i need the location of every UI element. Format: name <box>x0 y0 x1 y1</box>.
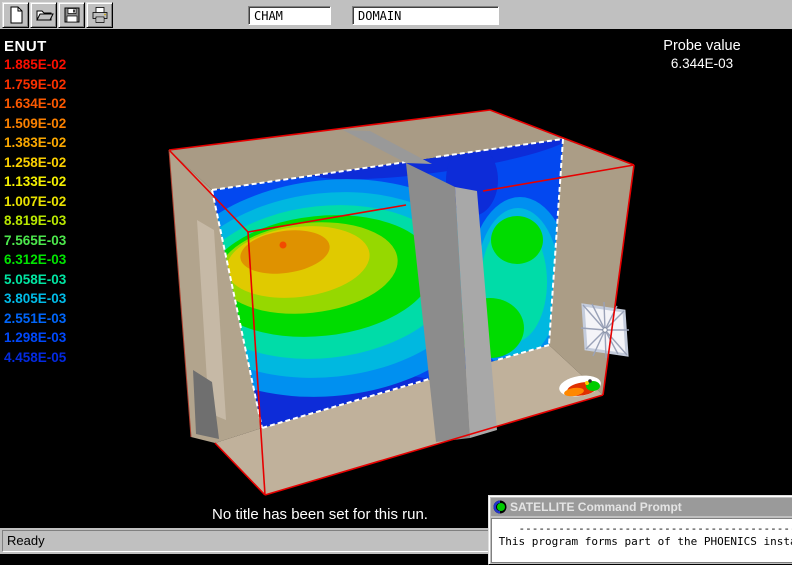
legend-value: 5.058E-03 <box>4 270 66 290</box>
command-prompt-output[interactable]: ----------------------------------------… <box>491 518 792 563</box>
legend-value: 7.565E-03 <box>4 231 66 251</box>
legend-value: 1.885E-02 <box>4 55 66 75</box>
satellite-command-prompt-window[interactable]: SATELLITE Command Prompt ---------------… <box>488 495 792 565</box>
legend-value: 1.383E-02 <box>4 133 66 153</box>
probe-value: 6.344E-03 <box>632 56 772 71</box>
probe-readout: Probe value 6.344E-03 <box>632 38 772 71</box>
room-3d-scene[interactable] <box>0 30 792 528</box>
legend-value: 1.133E-02 <box>4 172 66 192</box>
save-button[interactable] <box>58 2 85 28</box>
legend-title: ENUT <box>4 38 66 55</box>
command-prompt-title: SATELLITE Command Prompt <box>510 500 682 514</box>
print-button[interactable] <box>86 2 113 28</box>
phoenics-vr-viewer-app: { "toolbar": { "buttons": [ {"id": "new"… <box>0 0 792 554</box>
legend-values: 1.885E-021.759E-021.634E-021.509E-021.38… <box>4 55 66 367</box>
3d-viewport[interactable]: ENUT 1.885E-021.759E-021.634E-021.509E-0… <box>0 30 792 528</box>
save-floppy-icon <box>62 5 82 25</box>
new-file-icon <box>6 5 26 25</box>
legend-value: 1.007E-02 <box>4 192 66 212</box>
toolbar: CHAM DOMAIN <box>0 0 792 30</box>
legend-value: 8.819E-03 <box>4 211 66 231</box>
probe-label: Probe value <box>632 38 772 54</box>
legend-value: 1.509E-02 <box>4 114 66 134</box>
legend-value: 2.551E-03 <box>4 309 66 329</box>
legend-value: 1.759E-02 <box>4 75 66 95</box>
command-prompt-titlebar[interactable]: SATELLITE Command Prompt <box>491 498 792 516</box>
open-folder-button[interactable] <box>30 2 57 28</box>
command-prompt-dashes: ----------------------------------------… <box>492 522 792 535</box>
contour-peak-spot <box>280 242 287 249</box>
cham-field[interactable]: CHAM <box>248 6 331 25</box>
open-folder-icon <box>34 5 54 25</box>
printer-icon <box>90 5 110 25</box>
legend-value: 3.805E-03 <box>4 289 66 309</box>
fan-grille <box>581 302 629 358</box>
legend-value: 1.298E-03 <box>4 328 66 348</box>
command-prompt-line: This program forms part of the PHOENICS … <box>492 535 792 548</box>
cham-logo-icon <box>493 500 507 514</box>
legend: ENUT 1.885E-021.759E-021.634E-021.509E-0… <box>4 38 66 367</box>
legend-value: 4.458E-05 <box>4 348 66 368</box>
legend-value: 6.312E-03 <box>4 250 66 270</box>
legend-value: 1.258E-02 <box>4 153 66 173</box>
domain-field[interactable]: DOMAIN <box>352 6 499 25</box>
new-file-button[interactable] <box>2 2 29 28</box>
legend-value: 1.634E-02 <box>4 94 66 114</box>
